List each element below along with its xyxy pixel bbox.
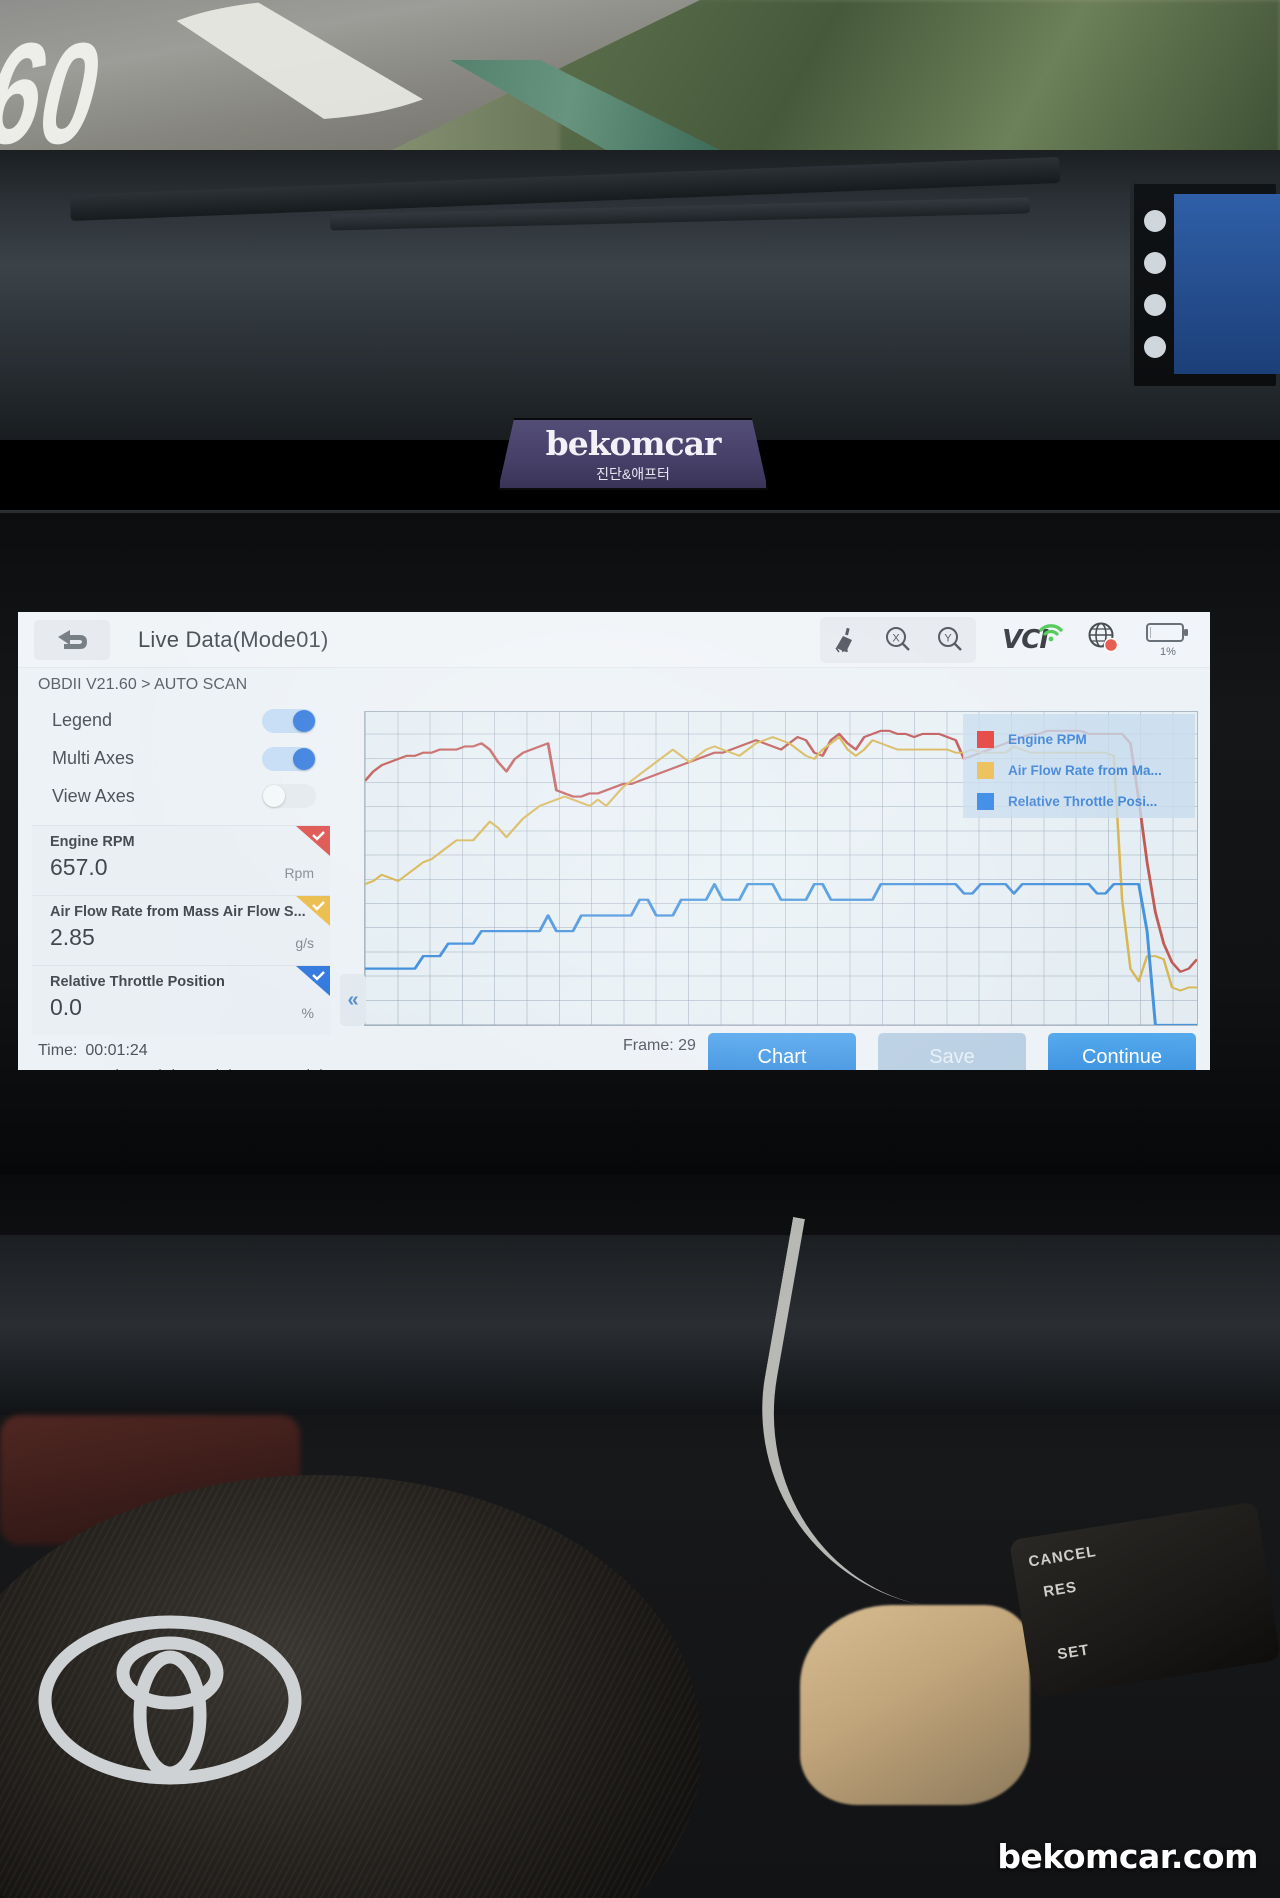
legend-item-relative-throttle[interactable]: Relative Throttle Posi... <box>977 786 1195 817</box>
navigation-screen <box>1174 194 1280 374</box>
legend-toggle-switch[interactable] <box>262 708 316 733</box>
series-line-relative-throttle <box>365 883 1197 1025</box>
pid-name: Air Flow Rate from Mass Air Flow S... <box>50 904 306 921</box>
main-content: Legend Multi Axes View Axes Engine RPM 6… <box>18 702 1210 1036</box>
breadcrumb[interactable]: OBDII V21.60 > AUTO SCAN <box>18 668 1210 702</box>
car-interior-lower: CANCEL RES SET bekomcar.com <box>0 1175 1280 1898</box>
photo-scene: 60 bekomcar 진단&애프터 Live Data(Mode01) X Y… <box>0 0 1280 1898</box>
svg-text:Y: Y <box>944 632 952 644</box>
badge-subtitle-text: 진단&애프터 <box>596 466 670 482</box>
left-sidebar: Legend Multi Axes View Axes Engine RPM 6… <box>32 702 330 1036</box>
legend-toggle-knob <box>293 709 315 732</box>
pid-value: 657.0 <box>50 854 108 881</box>
app-header-tools: X Y VCI 1% <box>820 616 1200 663</box>
time-label: Time: <box>38 1042 78 1059</box>
bekomcar-badge: bekomcar 진단&애프터 <box>498 418 768 490</box>
vci-status[interactable]: VCI <box>1002 623 1064 655</box>
chart-panel: Engine RPM Air Flow Rate from Ma... Rela… <box>330 702 1200 1035</box>
pid-selected-corner-red <box>290 826 330 864</box>
sidebar-collapse-button[interactable]: « <box>340 974 366 1026</box>
diagnostic-app-screen: Live Data(Mode01) X Y VCI 1% OBDII V21.6… <box>18 612 1210 1070</box>
zoom-x-icon: X <box>886 626 910 651</box>
nav-button-2 <box>1144 252 1166 274</box>
svg-text:X: X <box>892 632 900 644</box>
continue-button[interactable]: Continue <box>1048 1033 1196 1070</box>
app-header: Live Data(Mode01) X Y VCI 1% <box>18 612 1210 668</box>
pid-card-relative-throttle-position[interactable]: Relative Throttle Position 0.0 % <box>32 965 330 1036</box>
legend-swatch-relative-throttle <box>977 793 994 810</box>
toggle-row-multi-axes[interactable]: Multi Axes <box>32 740 330 778</box>
chart-legend: Engine RPM Air Flow Rate from Ma... Rela… <box>963 714 1195 818</box>
badge-brand-text: bekomcar <box>545 424 722 463</box>
pid-selected-corner-blue <box>290 966 330 1004</box>
pid-value: 2.85 <box>50 924 95 951</box>
toggle-label-view-axes: View Axes <box>52 785 135 806</box>
interior-trim-panel <box>800 1605 1030 1805</box>
y-axis-zoom-button[interactable]: Y <box>930 621 970 659</box>
pid-card-air-flow-rate[interactable]: Air Flow Rate from Mass Air Flow S... 2.… <box>32 895 330 966</box>
stalk-label-res: RES <box>1042 1578 1079 1601</box>
view-axes-toggle-switch[interactable] <box>262 784 316 809</box>
back-arrow-icon <box>58 629 87 649</box>
clear-button[interactable] <box>826 621 866 659</box>
toggle-label-legend: Legend <box>52 710 113 731</box>
globe-icon <box>1088 622 1119 653</box>
steering-wheel <box>0 1475 700 1898</box>
page-title: Live Data(Mode01) <box>138 626 329 652</box>
pid-value: 0.0 <box>50 994 82 1021</box>
dashboard-lower <box>0 1235 1280 1415</box>
pid-unit: g/s <box>295 935 314 952</box>
battery-icon <box>1146 623 1188 642</box>
toggle-label-multi-axes: Multi Axes <box>52 748 135 768</box>
cruise-control-stalk: CANCEL RES SET <box>1009 1501 1280 1699</box>
frame-counter: Frame: 29 <box>623 1037 696 1054</box>
time-value: 00:01:24 <box>85 1042 148 1059</box>
pid-unit: Rpm <box>284 865 314 882</box>
app-footer: Time: 00:01:24 Frame: 29 Storage path: .… <box>18 1033 1210 1070</box>
x-axis-zoom-button[interactable]: X <box>878 621 918 659</box>
broom-clear-icon <box>835 627 853 652</box>
battery-status: 1% <box>1146 621 1190 658</box>
multi-axes-toggle-switch[interactable] <box>262 746 316 771</box>
chart-button[interactable]: Chart <box>708 1033 856 1070</box>
toggle-row-legend[interactable]: Legend <box>32 702 330 740</box>
zoom-y-icon: Y <box>938 626 962 651</box>
car-navigation-unit <box>1130 180 1280 390</box>
legend-item-engine-rpm[interactable]: Engine RPM <box>977 724 1195 755</box>
network-status-button[interactable] <box>1086 620 1120 659</box>
legend-swatch-engine-rpm <box>977 731 994 748</box>
live-data-chart[interactable]: Engine RPM Air Flow Rate from Ma... Rela… <box>364 711 1198 1026</box>
legend-label: Relative Throttle Posi... <box>1008 794 1158 809</box>
nav-button-4 <box>1144 336 1166 358</box>
stalk-label-set: SET <box>1056 1641 1091 1664</box>
pid-selected-corner-yellow <box>290 896 330 934</box>
legend-label: Air Flow Rate from Ma... <box>1008 763 1162 778</box>
stalk-label-cancel: CANCEL <box>1027 1543 1098 1571</box>
pid-unit: % <box>301 1005 314 1022</box>
storage-path-value: .../Diagnosis/CSVRecords/24-07-30 12-08-… <box>144 1067 473 1070</box>
legend-item-air-flow-rate[interactable]: Air Flow Rate from Ma... <box>977 755 1195 786</box>
pid-name: Engine RPM <box>50 834 135 851</box>
battery-level-text: 1% <box>1160 646 1176 658</box>
chart-tool-group: X Y <box>820 616 977 663</box>
storage-path-label: Storage path: <box>38 1067 128 1070</box>
back-button[interactable] <box>34 619 110 660</box>
multi-axes-toggle-knob <box>293 747 315 770</box>
legend-label: Engine RPM <box>1008 732 1087 747</box>
nav-button-1 <box>1144 210 1166 232</box>
legend-swatch-air-flow-rate <box>977 762 994 779</box>
pid-card-engine-rpm[interactable]: Engine RPM 657.0 Rpm <box>32 825 330 896</box>
view-axes-toggle-knob <box>263 785 285 808</box>
toggle-row-view-axes[interactable]: View Axes <box>32 777 330 815</box>
nav-button-3 <box>1144 294 1166 316</box>
pid-name: Relative Throttle Position <box>50 974 225 991</box>
wifi-signal-icon <box>1039 623 1063 641</box>
pid-list: Engine RPM 657.0 Rpm Air Flow Rate from … <box>32 825 330 1036</box>
toyota-emblem-icon <box>38 1615 302 1785</box>
footer-button-row: Chart Save Continue <box>708 1033 1196 1070</box>
site-watermark: bekomcar.com <box>997 1837 1258 1876</box>
save-button: Save <box>878 1033 1026 1070</box>
